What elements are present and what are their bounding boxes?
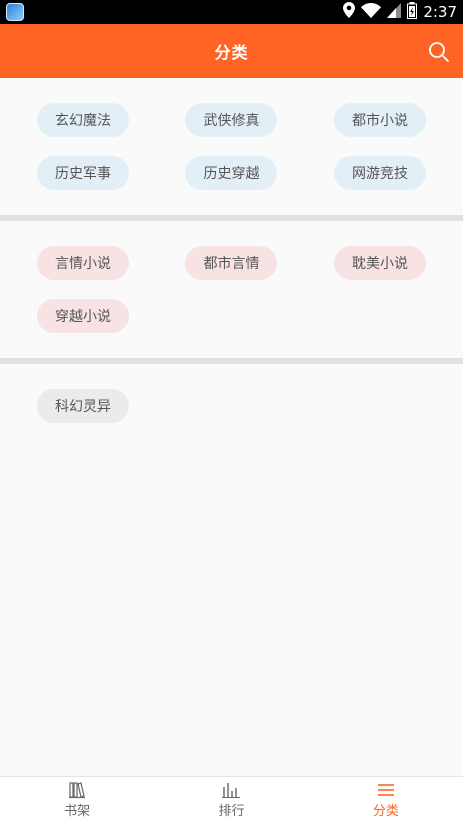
tag-lishi-junshi[interactable]: 历史军事 <box>37 156 129 190</box>
status-bar: 2:37 <box>0 0 463 24</box>
bookshelf-icon <box>69 782 86 799</box>
tag-yanqing[interactable]: 言情小说 <box>37 246 129 280</box>
ranking-icon <box>222 783 241 798</box>
app-header: 分类 <box>0 24 463 78</box>
page-title: 分类 <box>214 43 249 62</box>
app-notification-icon <box>6 3 24 21</box>
nav-bookshelf-label: 书架 <box>64 804 91 819</box>
tag-chuanyue[interactable]: 穿越小说 <box>37 299 129 333</box>
tag-xuanhuan[interactable]: 玄幻魔法 <box>37 103 129 137</box>
nav-ranking[interactable]: 排行 <box>154 777 308 823</box>
status-time: 2:37 <box>423 3 457 21</box>
nav-ranking-label: 排行 <box>218 804 245 819</box>
category-content: 玄幻魔法 武侠修真 都市小说 历史军事 历史穿越 网游竞技 言情小说 都市言情 … <box>0 78 463 776</box>
category-section-1: 玄幻魔法 武侠修真 都市小说 历史军事 历史穿越 网游竞技 <box>0 78 463 215</box>
battery-icon <box>407 1 418 23</box>
tag-wangyou[interactable]: 网游竞技 <box>334 156 426 190</box>
bottom-navigation: 书架 排行 分类 <box>0 776 463 823</box>
nav-category[interactable]: 分类 <box>309 777 463 823</box>
location-icon <box>343 2 356 22</box>
tag-danmei[interactable]: 耽美小说 <box>334 246 426 280</box>
category-icon <box>377 784 394 796</box>
tag-lishi-chuanyue[interactable]: 历史穿越 <box>185 156 278 190</box>
category-section-3: 科幻灵异 <box>0 364 463 776</box>
search-button[interactable] <box>427 40 451 64</box>
tag-dushi[interactable]: 都市小说 <box>334 103 426 137</box>
tag-wuxia[interactable]: 武侠修真 <box>185 103 278 137</box>
search-icon <box>429 42 449 62</box>
tag-kehuan[interactable]: 科幻灵异 <box>37 389 129 423</box>
wifi-icon <box>361 2 382 22</box>
signal-icon <box>387 2 402 22</box>
tag-dushi-yanqing[interactable]: 都市言情 <box>185 246 278 280</box>
nav-category-label: 分类 <box>372 804 399 819</box>
category-section-2: 言情小说 都市言情 耽美小说 穿越小说 <box>0 221 463 358</box>
nav-bookshelf[interactable]: 书架 <box>0 777 154 823</box>
